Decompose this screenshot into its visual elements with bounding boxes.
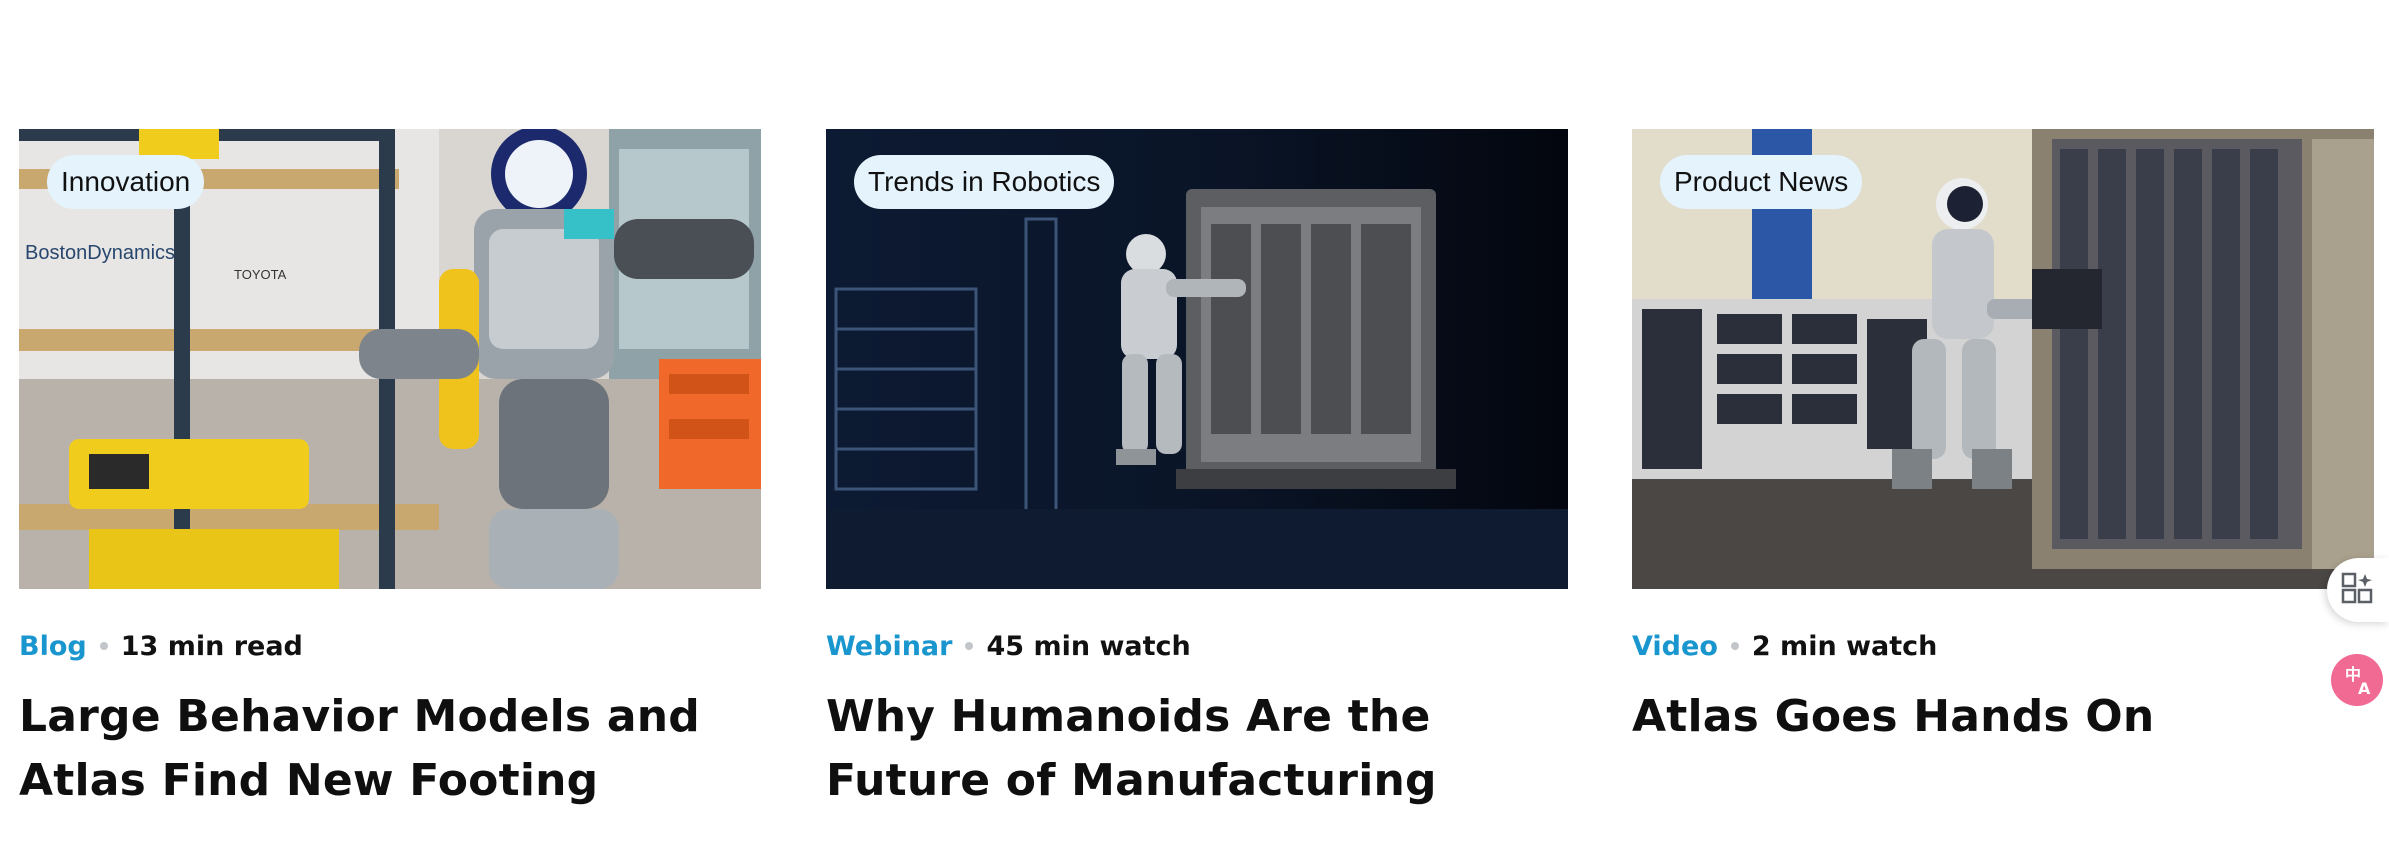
- card-image[interactable]: Trends in Robotics: [826, 129, 1568, 589]
- duration-label: 45 min watch: [986, 630, 1191, 662]
- card-title[interactable]: Why Humanoids Are the Future of Manufact…: [826, 685, 1568, 813]
- card-image[interactable]: BostonDynamics TOYOTA Innovation: [19, 129, 761, 589]
- svg-text:TOYOTA: TOYOTA: [234, 267, 287, 282]
- resource-card[interactable]: BostonDynamics TOYOTA Innovation Blog 13…: [19, 129, 761, 845]
- category-tag[interactable]: Trends in Robotics: [854, 155, 1115, 209]
- separator-dot: [1730, 642, 1739, 650]
- card-meta: Blog 13 min read: [19, 626, 303, 666]
- card-meta: Webinar 45 min watch: [826, 626, 1191, 666]
- svg-text:BostonDynamics: BostonDynamics: [25, 242, 175, 264]
- translate-widget-button[interactable]: 中 A: [2327, 648, 2389, 712]
- resource-card-grid: BostonDynamics TOYOTA Innovation Blog 13…: [19, 129, 2379, 845]
- translate-icon: 中 A: [2331, 654, 2383, 706]
- resource-card[interactable]: Trends in Robotics Webinar 45 min watch …: [826, 129, 1568, 845]
- apps-grid-icon: [2341, 572, 2373, 604]
- card-title[interactable]: Large Behavior Models and Atlas Find New…: [19, 685, 761, 813]
- category-tag[interactable]: Innovation: [47, 155, 205, 209]
- content-type-label: Webinar: [826, 630, 953, 662]
- card-title[interactable]: Atlas Goes Hands On: [1632, 685, 2374, 749]
- apps-widget-button[interactable]: [2327, 558, 2389, 622]
- category-tag[interactable]: Product News: [1660, 155, 1863, 209]
- duration-label: 13 min read: [120, 630, 303, 662]
- separator-dot: [99, 642, 108, 650]
- card-image[interactable]: Product News: [1632, 129, 2374, 589]
- content-type-label: Video: [1632, 630, 1718, 662]
- content-type-label: Blog: [19, 630, 87, 662]
- duration-label: 2 min watch: [1751, 630, 1938, 662]
- card-meta: Video 2 min watch: [1632, 626, 1937, 666]
- separator-dot: [965, 642, 974, 650]
- resource-card[interactable]: Product News Video 2 min watch Atlas Goe…: [1632, 129, 2374, 845]
- svg-text:A: A: [2358, 679, 2371, 698]
